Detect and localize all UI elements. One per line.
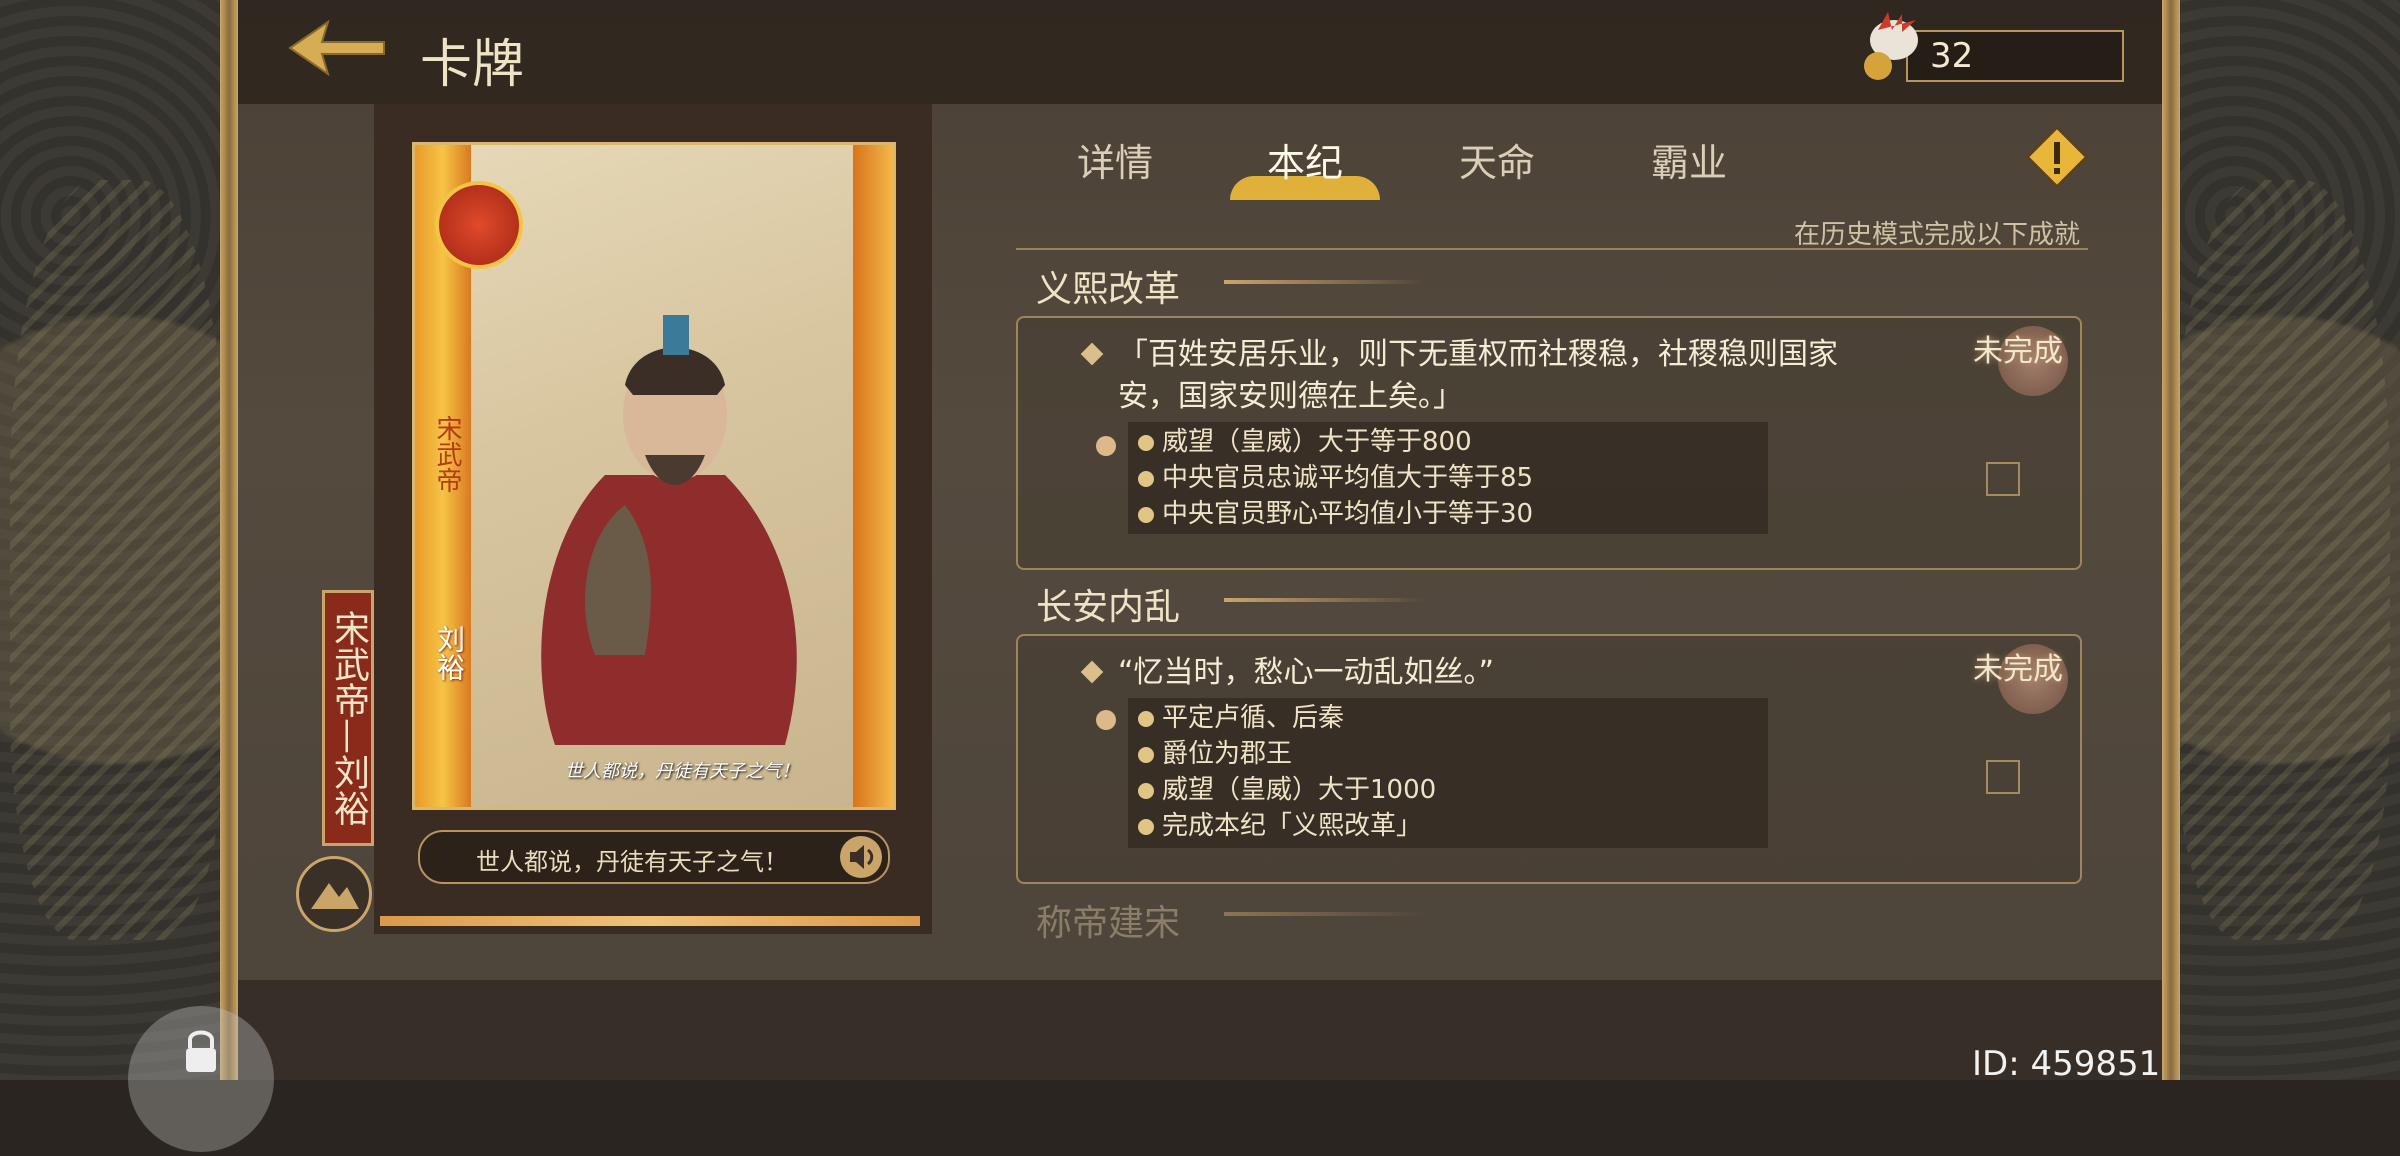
section-title: 称帝建宋 — [1036, 903, 1181, 944]
tab-label: 天命 — [1458, 141, 1535, 185]
dragon-pattern — [10, 180, 226, 940]
tab-label: 详情 — [1076, 141, 1153, 185]
card-seal-icon — [435, 181, 523, 269]
condition-item: 平定卢循、后秦 — [1138, 700, 1758, 736]
condition-item: 爵位为郡王 — [1138, 736, 1758, 772]
status-text: 未完成 — [1973, 652, 2063, 687]
dot-icon — [1138, 747, 1154, 763]
achievement-panel: 「百姓安居乐业，则下无重权而社稷稳，社稷稳则国家 安，国家安则德在上矣。」 未完… — [1016, 316, 2082, 570]
hero-name-banner: 宋武帝—刘裕 — [322, 590, 374, 846]
tab-details[interactable]: 详情 — [1030, 132, 1200, 187]
hero-card[interactable]: 宋武帝 刘裕 世人都说，丹徒有天子之气！ — [412, 142, 896, 810]
condition-text: 平定卢循、后秦 — [1162, 703, 1345, 733]
condition-list: 威望（皇威）大于等于800 中央官员忠诚平均值大于等于85 中央官员野心平均值小… — [1128, 422, 1768, 534]
dot-icon — [1138, 711, 1154, 727]
section-divider — [1224, 912, 1424, 916]
left-dragon-panel — [0, 0, 236, 1080]
condition-item: 威望（皇威）大于1000 — [1138, 772, 1758, 808]
condition-bullet-icon — [1096, 436, 1116, 456]
section-divider — [1224, 280, 1424, 284]
top-bar: 卡牌 32 — [238, 0, 2162, 104]
frame-border-right — [2162, 0, 2180, 1080]
dot-icon — [1138, 471, 1154, 487]
hero-portrait — [485, 275, 865, 795]
player-id: ID: 459851 — [1972, 1044, 2161, 1084]
section-title: 义熙改革 — [1036, 269, 1181, 310]
condition-item: 完成本纪「义熙改革」 — [1138, 808, 1758, 844]
completion-checkbox[interactable] — [1986, 462, 2020, 496]
page-title: 卡牌 — [420, 35, 525, 95]
condition-item: 中央官员野心平均值小于等于30 — [1138, 496, 1758, 532]
card-progress-bar — [380, 916, 920, 926]
tab-annals[interactable]: 本纪 — [1220, 132, 1390, 200]
condition-list: 平定卢循、后秦 爵位为郡王 威望（皇威）大于1000 完成本纪「义熙改革」 — [1128, 698, 1768, 848]
dot-icon — [1138, 507, 1154, 523]
subtitle-text: 在历史模式完成以下成就 — [1793, 220, 2080, 250]
status-stamp: 未完成 — [1958, 644, 2078, 714]
condition-text: 中央官员野心平均值小于等于30 — [1162, 499, 1534, 529]
subtitle-line: 在历史模式完成以下成就 — [1016, 212, 2088, 250]
frame-border-left — [220, 0, 238, 1080]
condition-item: 中央官员忠诚平均值大于等于85 — [1138, 460, 1758, 496]
voice-line-bar: 世人都说，丹徒有天子之气！ — [418, 830, 890, 884]
card-hero-name: 刘裕 — [433, 625, 466, 681]
tab-bar: 详情 本纪 天命 霸业 — [1030, 132, 1790, 202]
condition-text: 中央官员忠诚平均值大于等于85 — [1162, 463, 1534, 493]
warning-icon[interactable] — [2022, 122, 2092, 192]
dragon-pattern — [2174, 180, 2390, 940]
dot-icon — [1138, 435, 1154, 451]
dot-icon — [1138, 819, 1154, 835]
card-emperor-title: 宋武帝 — [432, 415, 462, 493]
bottom-bar — [238, 980, 2162, 1080]
quote-diamond-icon — [1080, 660, 1104, 684]
mountain-icon[interactable] — [296, 856, 372, 932]
condition-text: 爵位为郡王 — [1162, 739, 1293, 769]
tab-hegemony[interactable]: 霸业 — [1604, 132, 1774, 187]
condition-bullet-icon — [1096, 710, 1116, 730]
status-text: 未完成 — [1973, 334, 2063, 369]
right-dragon-panel — [2164, 0, 2400, 1080]
resource-counter: 32 — [1858, 10, 2138, 90]
achievement-quote-line: 安，国家安则德在上矣。」 — [1118, 379, 1463, 414]
achievement-quote-line: “忆当时，愁心一动乱如丝。” — [1118, 655, 1495, 690]
achievement-quote-line: 「百姓安居乐业，则下无重权而社稷稳，社稷稳则国家 — [1118, 337, 1838, 372]
tab-label: 本纪 — [1266, 141, 1343, 185]
lock-button[interactable] — [128, 1006, 274, 1152]
quote-diamond-icon — [1080, 342, 1104, 366]
section-divider — [1224, 598, 1424, 602]
speaker-icon[interactable] — [840, 836, 882, 878]
achievement-panel: “忆当时，愁心一动乱如丝。” 未完成 平定卢循、后秦 爵位为郡王 威望（皇威）大… — [1016, 634, 2082, 884]
voice-line-text: 世人都说，丹徒有天子之气！ — [476, 848, 788, 876]
condition-text: 完成本纪「义熙改革」 — [1162, 811, 1423, 841]
dot-icon — [1138, 783, 1154, 799]
completion-checkbox[interactable] — [1986, 760, 2020, 794]
section-title: 长安内乱 — [1036, 587, 1181, 628]
card-caption: 世人都说，丹徒有天子之气！ — [565, 761, 799, 782]
back-arrow-icon[interactable] — [288, 18, 388, 78]
condition-item: 威望（皇威）大于等于800 — [1138, 424, 1758, 460]
resource-count: 32 — [1930, 36, 1974, 76]
tab-destiny[interactable]: 天命 — [1412, 132, 1582, 187]
condition-text: 威望（皇威）大于等于800 — [1162, 427, 1472, 457]
feather-token-icon — [1858, 10, 1922, 90]
status-stamp: 未完成 — [1958, 326, 2078, 396]
condition-text: 威望（皇威）大于1000 — [1162, 775, 1437, 805]
tab-label: 霸业 — [1650, 141, 1727, 185]
